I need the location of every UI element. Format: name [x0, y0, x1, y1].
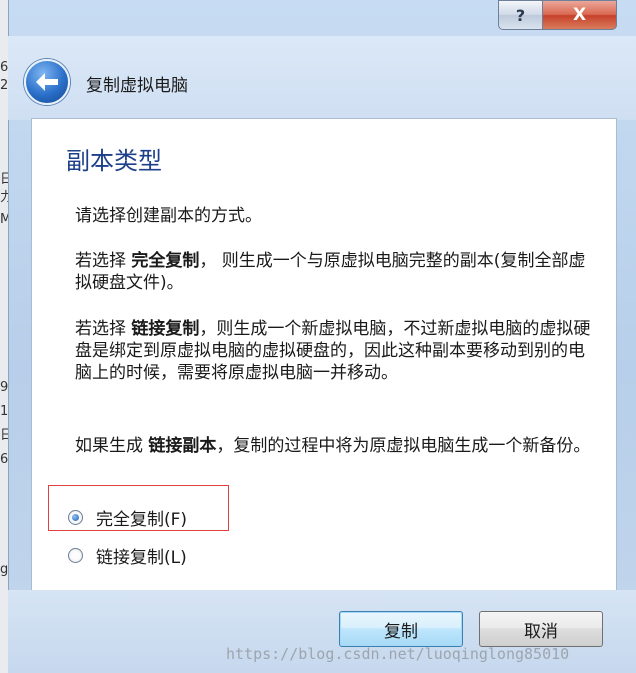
help-button[interactable]: ?	[498, 0, 543, 30]
linked-clone-radio[interactable]: 链接复制(L)	[68, 543, 187, 568]
caption-buttons: ? X	[498, 0, 617, 36]
text-emphasis: 链接复制	[131, 319, 200, 339]
text-emphasis: 链接副本	[148, 436, 217, 456]
section-title: 副本类型	[66, 147, 162, 175]
annotation-highlight	[48, 485, 229, 531]
linked-clone-description: 若选择 链接复制，则生成一个新虚拟电脑，不过新虚拟电脑的虚拟硬盘是绑定到原虚拟电…	[75, 318, 600, 384]
watermark: https://blog.csdn.net/luoqinglong85010	[226, 645, 570, 663]
text-prefix: 若选择	[75, 251, 132, 271]
full-clone-description: 若选择 完全复制， 则生成一个与原虚拟电脑完整的副本(复制全部虚拟硬盘文件)。	[75, 250, 600, 294]
snapshot-description: 如果生成 链接副本，复制的过程中将为原虚拟电脑生成一个新备份。	[75, 435, 600, 457]
back-arrow-icon	[36, 73, 58, 91]
dialog-title: 复制虚拟电脑	[86, 76, 188, 96]
intro-text: 请选择创建副本的方式。	[75, 206, 262, 226]
wizard-header: 复制虚拟电脑	[8, 36, 636, 120]
text-prefix: 如果生成	[75, 436, 149, 456]
cancel-button[interactable]: 取消	[479, 611, 603, 647]
back-button[interactable]	[24, 59, 70, 105]
close-button[interactable]: X	[543, 0, 617, 30]
linked-clone-label: 链接复制(L)	[96, 548, 187, 568]
radio-unselected-icon[interactable]	[68, 548, 83, 563]
close-icon: X	[572, 5, 587, 25]
text-emphasis: 完全复制	[131, 251, 200, 271]
text-prefix: 若选择	[75, 319, 132, 339]
help-icon: ?	[515, 5, 526, 25]
text-suffix: ，复制的过程中将为原虚拟电脑生成一个新备份。	[216, 436, 591, 456]
copy-button[interactable]: 复制	[339, 611, 463, 647]
